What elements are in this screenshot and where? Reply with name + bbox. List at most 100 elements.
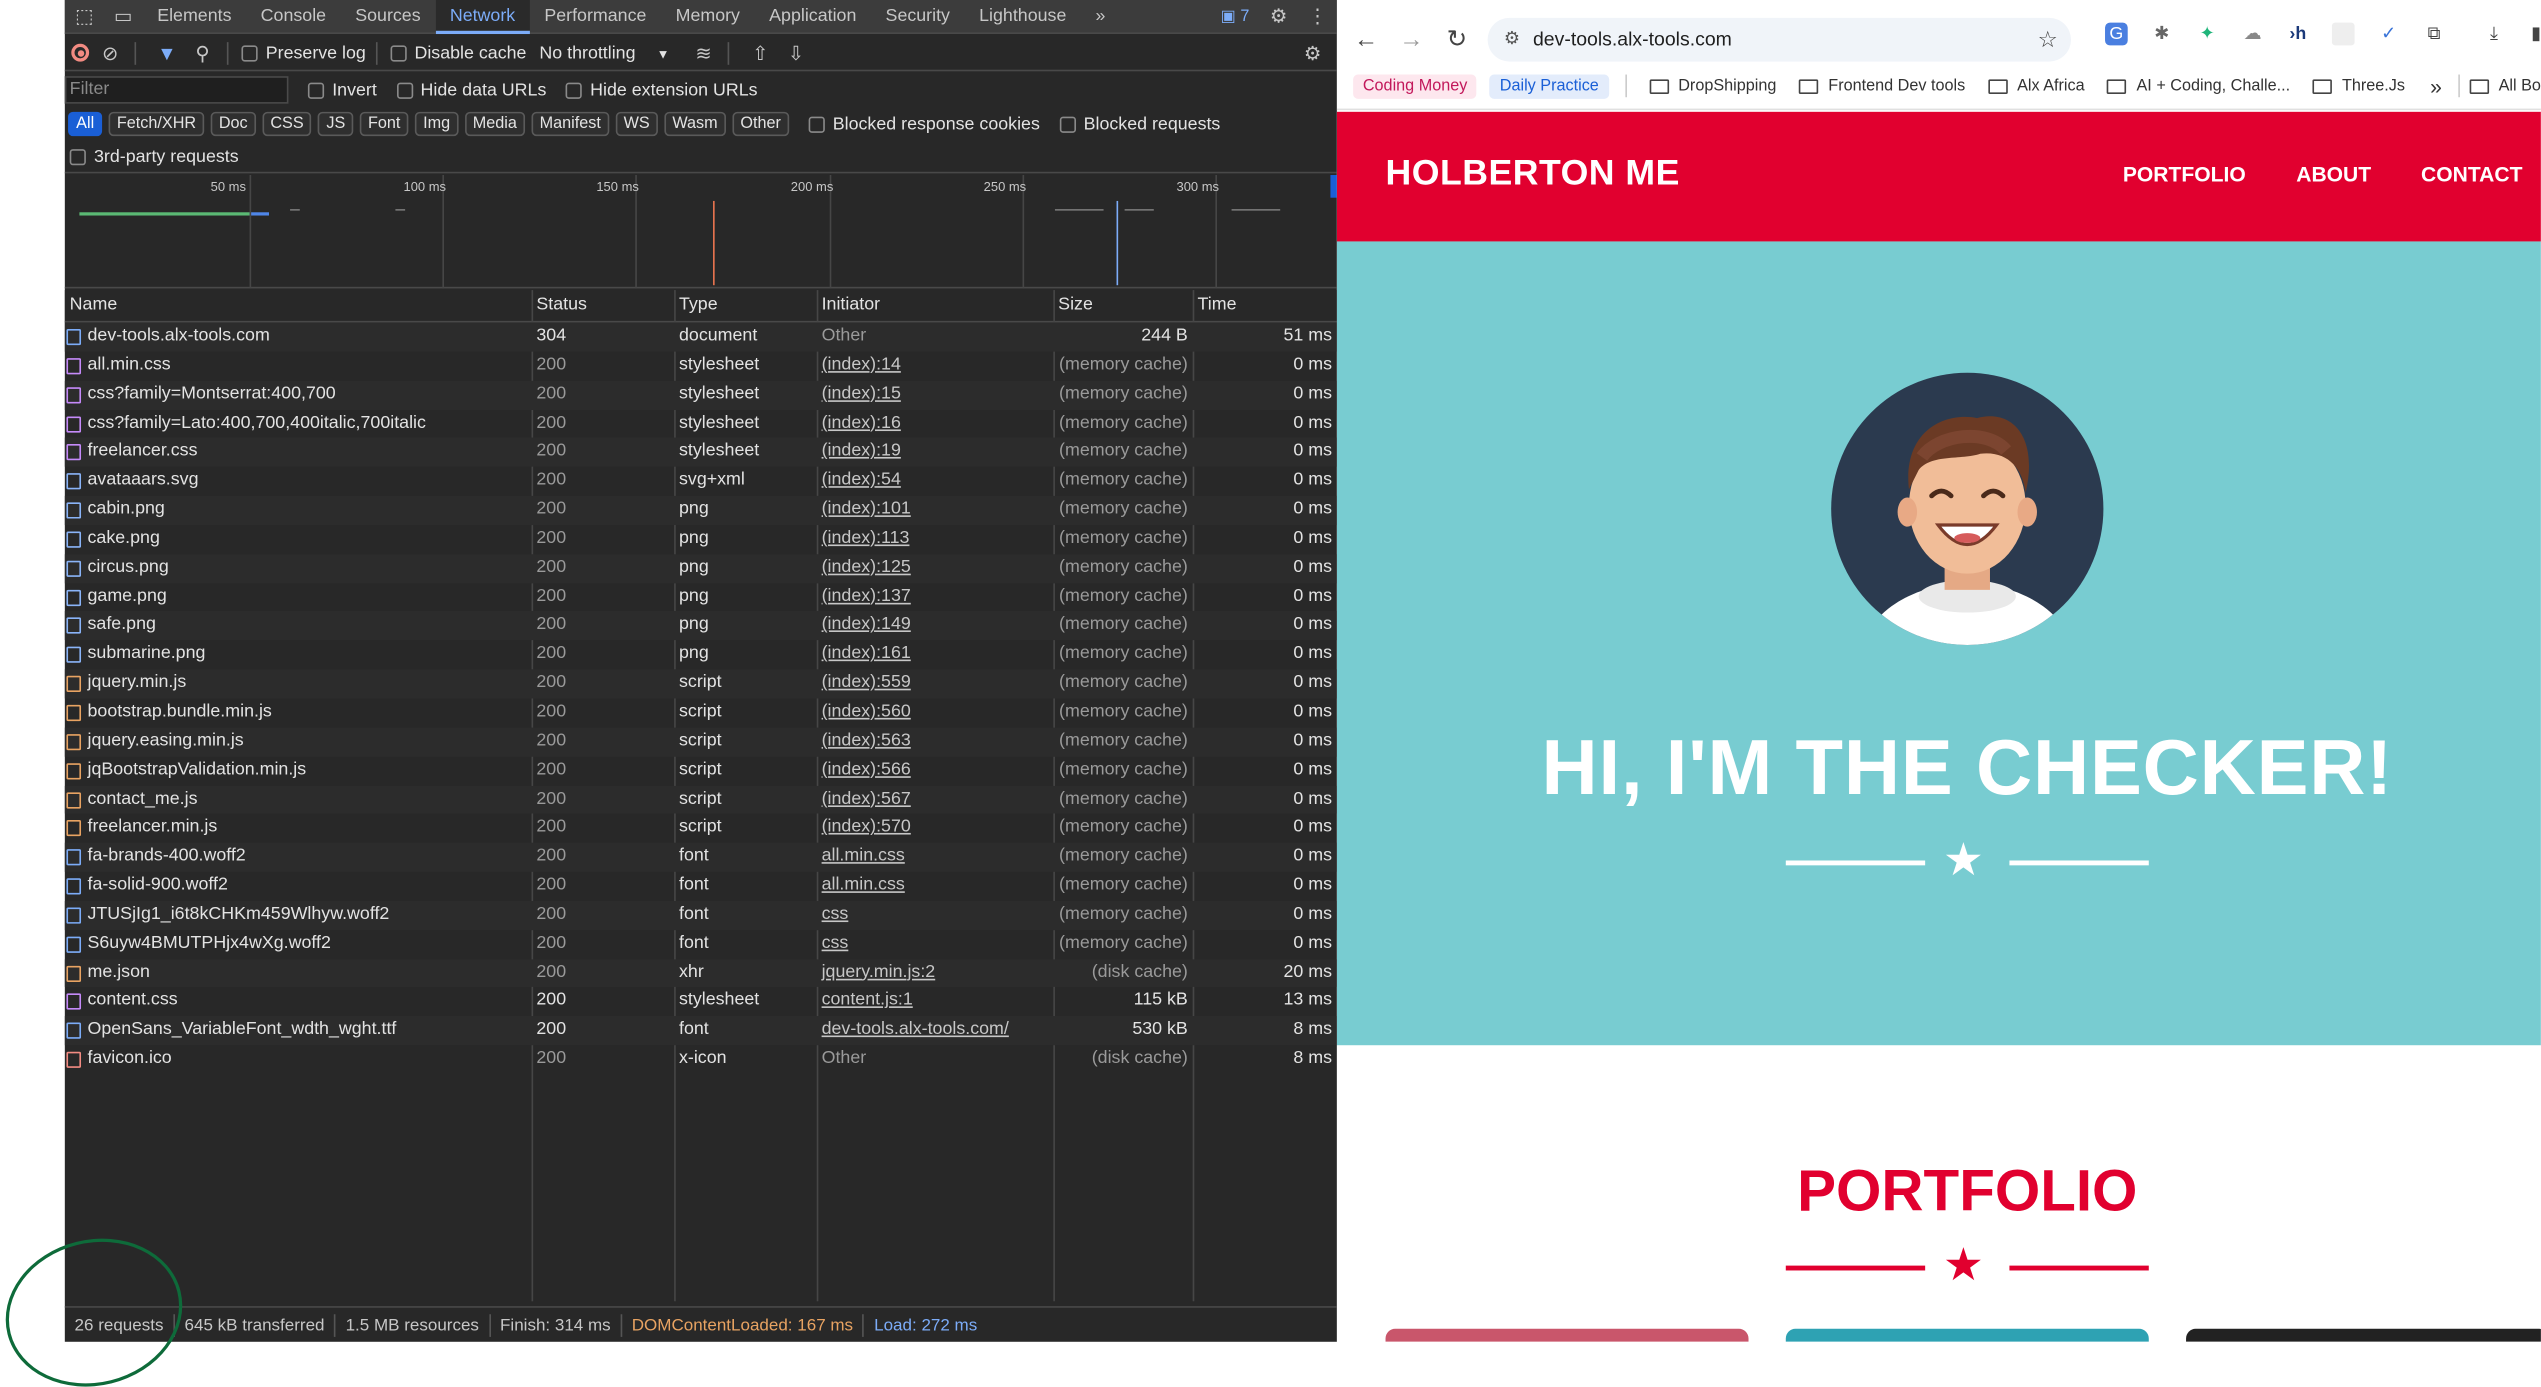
type-filter-media[interactable]: Media bbox=[464, 111, 526, 137]
request-row[interactable]: me.json 200 xhr jquery.min.js:2 (disk cache)… bbox=[64, 958, 1337, 988]
request-row[interactable]: fa-brands-400.woff2 200 font all.min.css (me… bbox=[64, 842, 1337, 872]
export-har-download-icon[interactable]: ⇩ bbox=[781, 41, 810, 64]
request-name-cell[interactable]: fa-brands-400.woff2 bbox=[65, 843, 532, 872]
tab-memory[interactable]: Memory bbox=[661, 0, 755, 33]
request-row[interactable]: jquery.min.js 200 script (index):559 (memory… bbox=[64, 669, 1337, 699]
request-name-cell[interactable]: jquery.easing.min.js bbox=[65, 727, 532, 756]
request-row[interactable]: css?family=Lato:400,700,400italic,700ita… bbox=[65, 409, 1337, 438]
request-name-cell[interactable]: cabin.png bbox=[65, 496, 532, 525]
bug-extension-icon[interactable]: ✱ bbox=[2150, 23, 2173, 46]
request-row[interactable]: S6uyw4BMUTPHjx4wXg.woff2 200 font css (memor… bbox=[65, 930, 1337, 959]
request-name-cell[interactable]: submarine.png bbox=[65, 641, 532, 670]
initiator-cell[interactable]: all.min.css bbox=[817, 843, 1054, 872]
site-info-icon[interactable]: ⚙ bbox=[1504, 18, 1520, 62]
request-row[interactable]: css?family=Montserrat:400,700 200 styleshe… bbox=[64, 380, 1337, 410]
initiator-cell[interactable]: (index):570 bbox=[817, 814, 1054, 843]
tab-application[interactable]: Application bbox=[755, 0, 871, 33]
initiator-cell[interactable]: dev-tools.alx-tools.com/ bbox=[817, 1016, 1054, 1045]
bookmarks-overflow-chevron[interactable]: » bbox=[2430, 74, 2442, 98]
request-name-cell[interactable]: game.png bbox=[65, 583, 532, 612]
initiator-cell[interactable]: (index):149 bbox=[817, 612, 1054, 641]
tab-performance[interactable]: Performance bbox=[530, 0, 661, 33]
tab-sources[interactable]: Sources bbox=[341, 0, 436, 33]
forward-arrow-icon[interactable]: → bbox=[1389, 25, 1434, 53]
import-har-upload-icon[interactable]: ⇧ bbox=[746, 41, 775, 64]
preserve-log-checkbox[interactable] bbox=[241, 44, 258, 61]
request-row[interactable]: favicon.ico 200 x-icon Other (disk cache) 8 m… bbox=[65, 1045, 1337, 1074]
initiator-cell[interactable]: (index):125 bbox=[817, 554, 1054, 583]
more-tabs-button[interactable]: » bbox=[1081, 0, 1120, 33]
blank-extension-icon[interactable] bbox=[2331, 22, 2355, 46]
tab-console[interactable]: Console bbox=[246, 0, 341, 33]
search-icon[interactable]: ⚲ bbox=[188, 41, 217, 64]
request-row[interactable]: game.png 200 png (index):137 (memory cache) 0… bbox=[65, 583, 1337, 612]
address-bar[interactable]: ⚙ dev-tools.alx-tools.com ☆ bbox=[1487, 17, 2071, 62]
clear-icon[interactable]: ⊘ bbox=[96, 41, 125, 64]
tab-security[interactable]: Security bbox=[871, 0, 965, 33]
all-bookmarks-folder[interactable]: All Bo bbox=[2469, 77, 2541, 95]
request-name-cell[interactable]: favicon.ico bbox=[65, 1045, 532, 1074]
request-row[interactable]: submarine.png 200 png (index):161 (memory ca… bbox=[65, 641, 1337, 670]
network-settings-gear-icon[interactable]: ⚙ bbox=[1298, 41, 1327, 64]
initiator-cell[interactable]: css bbox=[817, 901, 1054, 930]
portfolio-card-cabin[interactable] bbox=[1385, 1328, 1749, 1342]
translate-extension-icon[interactable]: G bbox=[2105, 22, 2128, 46]
blocked-response-cookies-checkbox[interactable] bbox=[808, 115, 825, 133]
request-name-cell[interactable]: circus.png bbox=[65, 554, 532, 583]
type-filter-all[interactable]: All bbox=[68, 111, 103, 137]
nav-link-contact[interactable]: CONTACT bbox=[2421, 162, 2522, 186]
request-row[interactable]: fa-solid-900.woff2 200 font all.min.css (mem… bbox=[65, 872, 1337, 901]
tab-elements[interactable]: Elements bbox=[143, 0, 246, 33]
filter-input[interactable]: Filter bbox=[64, 76, 289, 104]
request-name-cell[interactable]: css?family=Montserrat:400,700 bbox=[65, 380, 532, 409]
request-row[interactable]: avataaars.svg 200 svg+xml (index):54 (memory… bbox=[65, 467, 1337, 496]
bookmark-star-icon[interactable]: ☆ bbox=[2038, 18, 2058, 62]
request-row[interactable]: JTUSjIg1_i6t8kCHKm459Wlhyw.woff2 200 font c… bbox=[64, 900, 1337, 930]
portfolio-card-circus[interactable] bbox=[2186, 1328, 2541, 1342]
request-name-cell[interactable]: freelancer.css bbox=[65, 438, 532, 467]
request-row[interactable]: jqBootstrapValidation.min.js 200 script (in… bbox=[65, 756, 1337, 785]
pin-extension-icon[interactable]: ✦ bbox=[2196, 23, 2219, 46]
request-row[interactable]: freelancer.min.js 200 script (index):570 (me… bbox=[65, 814, 1337, 843]
type-filter-css[interactable]: CSS bbox=[262, 111, 312, 137]
bookmark-folder[interactable]: Frontend Dev tools bbox=[1799, 77, 1965, 95]
network-overview-timeline[interactable]: 50 ms 100 ms 150 ms 200 ms 250 ms 300 ms bbox=[64, 175, 1337, 289]
initiator-cell[interactable]: (index):137 bbox=[817, 583, 1054, 612]
request-name-cell[interactable]: css?family=Lato:400,700,400italic,700ita… bbox=[65, 409, 532, 438]
downloads-icon[interactable]: ⤓ bbox=[2483, 23, 2506, 46]
blocked-requests-checkbox[interactable] bbox=[1059, 115, 1076, 133]
request-name-cell[interactable]: content.css bbox=[65, 988, 532, 1017]
request-name-cell[interactable]: bootstrap.bundle.min.js bbox=[65, 698, 532, 727]
column-header-size[interactable]: Size bbox=[1053, 290, 1093, 321]
request-row[interactable]: dev-tools.alx-tools.com 304 document Other 2… bbox=[64, 322, 1337, 352]
type-filter-wasm[interactable]: Wasm bbox=[664, 111, 726, 137]
initiator-cell[interactable]: all.min.css bbox=[817, 872, 1054, 901]
terminal-extension-icon[interactable]: ›h bbox=[2287, 23, 2310, 46]
request-row[interactable]: circus.png 200 png (index):125 (memory cache… bbox=[64, 553, 1337, 583]
portfolio-card-cake[interactable] bbox=[1785, 1328, 2149, 1342]
bookmark-coding-money[interactable]: Coding Money bbox=[1353, 73, 1478, 99]
extensions-puzzle-icon[interactable]: ⧉ bbox=[2423, 23, 2446, 46]
nav-link-about[interactable]: ABOUT bbox=[2296, 162, 2371, 186]
site-brand[interactable]: HOLBERTON ME bbox=[1386, 152, 1680, 194]
request-name-cell[interactable]: JTUSjIg1_i6t8kCHKm459Wlhyw.woff2 bbox=[65, 901, 532, 930]
initiator-cell[interactable]: css bbox=[817, 930, 1054, 959]
request-name-cell[interactable]: freelancer.min.js bbox=[65, 814, 532, 843]
reload-icon[interactable]: ↻ bbox=[1434, 24, 1479, 54]
device-toolbar-icon[interactable]: ▭ bbox=[112, 5, 135, 28]
type-filter-other[interactable]: Other bbox=[732, 111, 790, 137]
type-filter-js[interactable]: JS bbox=[318, 111, 354, 137]
column-header-type[interactable]: Type bbox=[674, 290, 718, 321]
initiator-cell[interactable]: jquery.min.js:2 bbox=[817, 959, 1054, 988]
tab-lighthouse[interactable]: Lighthouse bbox=[965, 0, 1081, 33]
throttling-select[interactable]: No throttling ▼ bbox=[539, 43, 669, 62]
type-filter-manifest[interactable]: Manifest bbox=[531, 111, 609, 137]
initiator-cell[interactable]: (index):101 bbox=[817, 496, 1054, 525]
nav-link-portfolio[interactable]: PORTFOLIO bbox=[2123, 162, 2246, 186]
initiator-cell[interactable]: (index):567 bbox=[817, 785, 1054, 814]
bookmark-folder[interactable]: Three.Js bbox=[2312, 77, 2405, 95]
request-row[interactable]: all.min.css 200 stylesheet (index):14 (memor… bbox=[65, 351, 1337, 380]
request-name-cell[interactable]: cake.png bbox=[65, 525, 532, 554]
initiator-cell[interactable]: (index):19 bbox=[817, 438, 1054, 467]
request-name-cell[interactable]: jqBootstrapValidation.min.js bbox=[65, 756, 532, 785]
